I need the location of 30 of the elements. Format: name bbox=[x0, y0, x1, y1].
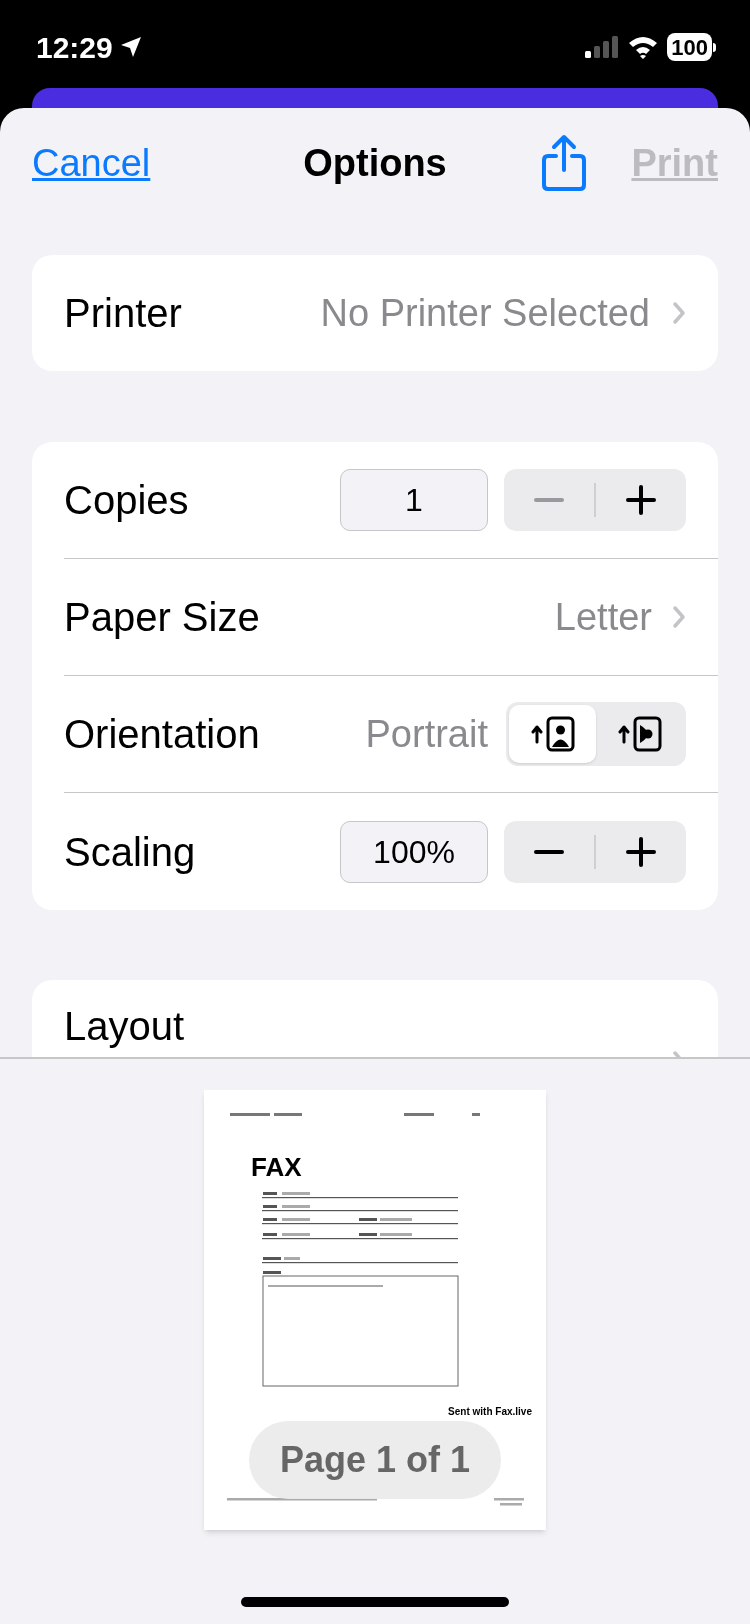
setting-label: Copies bbox=[64, 477, 189, 524]
paper-size-value: Letter bbox=[554, 594, 652, 640]
status-time: 12:29 bbox=[36, 29, 113, 66]
wifi-icon bbox=[627, 35, 660, 59]
plus-icon bbox=[626, 836, 656, 867]
sheet-title: Options bbox=[303, 140, 447, 186]
fax-footer: Sent with Fax.live bbox=[448, 1406, 532, 1418]
orientation-value: Portrait bbox=[365, 711, 488, 757]
printer-label: Printer bbox=[64, 290, 182, 337]
value-field[interactable]: 100% bbox=[340, 820, 488, 883]
minus-icon bbox=[534, 849, 564, 854]
layout-label: Layout bbox=[64, 1003, 185, 1050]
printer-value: No Printer Selected bbox=[320, 290, 650, 336]
cancel-link[interactable]: Cancel bbox=[32, 134, 232, 192]
chevron-icon bbox=[672, 301, 686, 325]
portrait-orientation-icon bbox=[530, 716, 575, 752]
chevron-icon bbox=[672, 605, 686, 629]
orientation-segment[interactable] bbox=[509, 705, 596, 763]
setting-label: Paper Size bbox=[64, 594, 260, 641]
setting-label: Scaling bbox=[64, 828, 196, 876]
signal-icon bbox=[585, 36, 620, 58]
value-field[interactable]: 1 bbox=[340, 469, 488, 531]
share-icon[interactable] bbox=[541, 134, 588, 192]
setting-label: Orientation bbox=[64, 711, 260, 758]
minus-icon bbox=[534, 498, 564, 502]
fax-title: FAX bbox=[251, 1152, 302, 1182]
page-indicator: Page 1 of 1 bbox=[249, 1421, 501, 1499]
landscape-orientation-icon bbox=[617, 716, 662, 752]
battery-level: 100 bbox=[667, 33, 712, 61]
plus-icon bbox=[626, 485, 656, 515]
